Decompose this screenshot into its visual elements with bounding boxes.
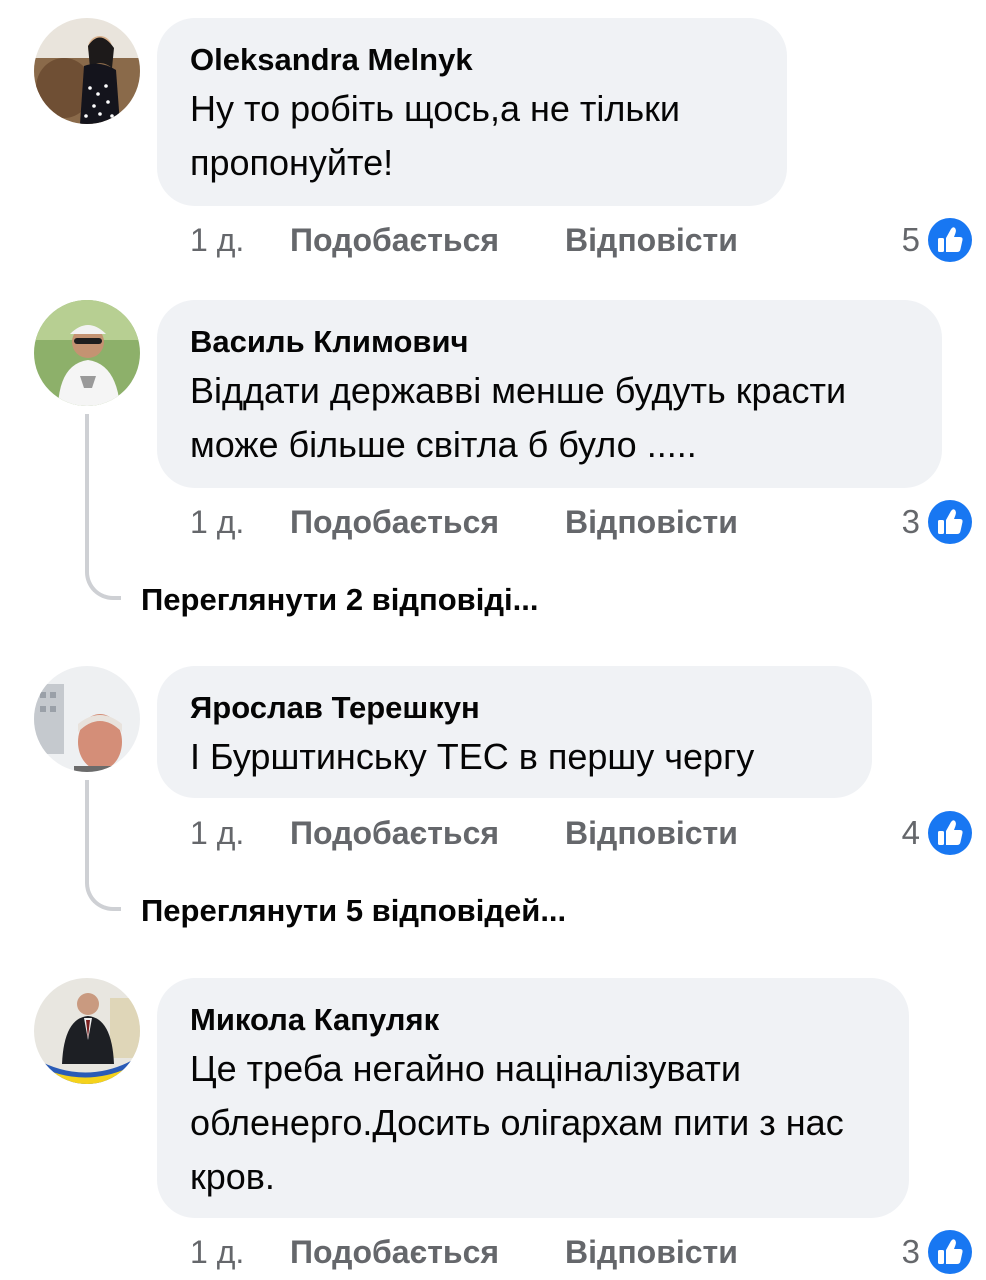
reaction-count[interactable]: 4 [902,811,920,855]
view-replies-link[interactable]: Переглянути 2 відповіді... [141,578,538,622]
comment-actions: 1 д. Подобається Відповісти 3 [190,1230,980,1274]
comment-text: Це треба негайно націналізувати обленерг… [190,1048,844,1197]
like-button[interactable]: Подобається [290,500,499,544]
view-replies-link[interactable]: Переглянути 5 відповідей... [141,889,566,933]
thumbs-up-icon[interactable] [928,218,972,262]
reply-button[interactable]: Відповісти [565,218,738,262]
comment-timestamp[interactable]: 1 д. [190,1230,244,1274]
reply-button[interactable]: Відповісти [565,811,738,855]
comment-bubble: Василь Климович Віддати державві менше б… [157,300,942,488]
like-button[interactable]: Подобається [290,811,499,855]
thumbs-up-icon[interactable] [928,811,972,855]
reply-button[interactable]: Відповісти [565,500,738,544]
like-button[interactable]: Подобається [290,218,499,262]
reaction-count[interactable]: 5 [902,218,920,262]
comment-text: Віддати державві менше будуть красти мож… [190,370,847,465]
comment-bubble: Микола Капуляк Це треба негайно націналі… [157,978,909,1218]
avatar[interactable] [34,18,140,124]
avatar[interactable] [34,300,140,406]
comment-text: Ну то робіть щось,а не тільки пропонуйте… [190,88,681,183]
thumbs-up-icon[interactable] [928,1230,972,1274]
comment-actions: 1 д. Подобається Відповісти 4 [190,811,980,855]
comment-timestamp[interactable]: 1 д. [190,500,244,544]
comment-timestamp[interactable]: 1 д. [190,811,244,855]
reaction-count[interactable]: 3 [902,1230,920,1274]
comment-actions: 1 д. Подобається Відповісти 3 [190,500,980,544]
thread-connector [85,780,121,911]
reaction-count[interactable]: 3 [902,500,920,544]
thumbs-up-icon[interactable] [928,500,972,544]
reply-button[interactable]: Відповісти [565,1230,738,1274]
comment-author[interactable]: Oleksandra Melnyk [190,40,753,80]
comment-author[interactable]: Василь Климович [190,322,908,362]
avatar[interactable] [34,978,140,1084]
comment-actions: 1 д. Подобається Відповісти 5 [190,218,980,262]
comment-author[interactable]: Ярослав Терешкун [190,688,838,728]
comment-bubble: Ярослав Терешкун І Бурштинську ТЕС в пер… [157,666,872,798]
comment-author[interactable]: Микола Капуляк [190,1000,875,1040]
comment-text: І Бурштинську ТЕС в першу чергу [190,736,755,777]
like-button[interactable]: Подобається [290,1230,499,1274]
comment-timestamp[interactable]: 1 д. [190,218,244,262]
thread-connector [85,414,121,600]
comment-bubble: Oleksandra Melnyk Ну то робіть щось,а не… [157,18,787,206]
avatar[interactable] [34,666,140,772]
